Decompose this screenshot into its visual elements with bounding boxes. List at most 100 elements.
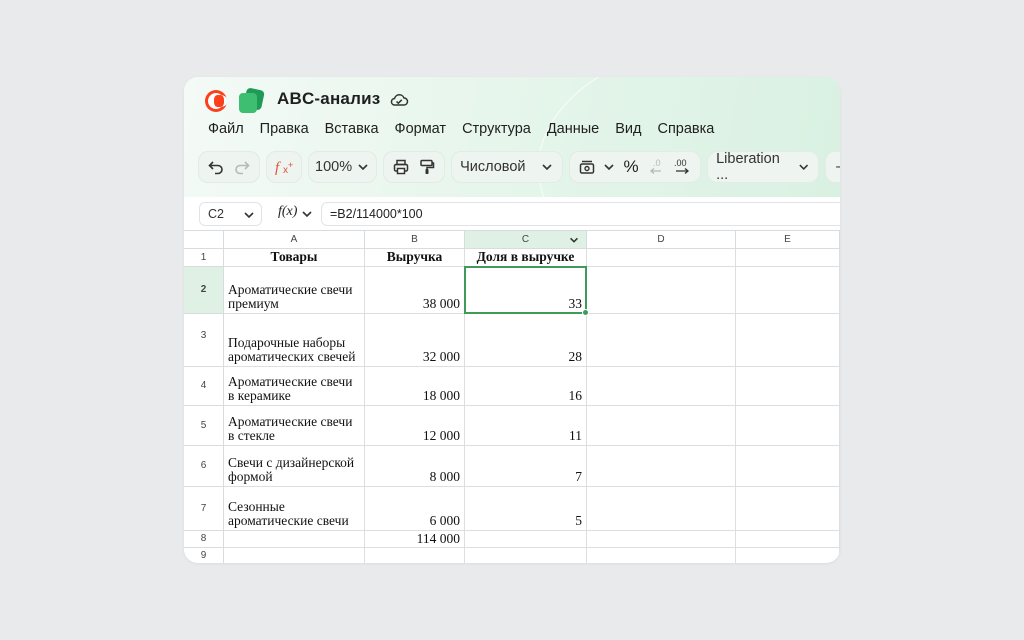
cell-c4[interactable]: 16 — [465, 367, 587, 406]
fx-label[interactable]: f(x) — [278, 204, 297, 220]
cell-b7[interactable]: 6 000 — [365, 487, 465, 531]
row-header-6[interactable]: 6 — [184, 446, 224, 487]
row-header-3[interactable]: 3 — [184, 314, 224, 367]
fill-handle[interactable] — [582, 309, 589, 316]
cell-b2[interactable]: 38 000 — [365, 267, 465, 314]
menu-format[interactable]: Формат — [395, 121, 447, 141]
cell-a7[interactable]: Сезонные ароматические свечи — [224, 487, 365, 531]
revenue-value: 6 000 — [429, 513, 460, 528]
cell-b1[interactable]: Выручка — [365, 249, 465, 267]
column-header-d[interactable]: D — [587, 231, 736, 249]
menu-help[interactable]: Справка — [657, 121, 714, 141]
cell-a1[interactable]: Товары — [224, 249, 365, 267]
cell-e9[interactable] — [736, 548, 840, 563]
cell-e4[interactable] — [736, 367, 840, 406]
cell-reference-box[interactable]: C2 — [199, 202, 262, 226]
cell-a5[interactable]: Ароматические свечи в стекле — [224, 406, 365, 446]
cell-e8[interactable] — [736, 531, 840, 548]
sheet-grid: A B C D E 1 2 3 4 5 6 7 8 9 Товары Выруч… — [184, 230, 840, 563]
cell-b3[interactable]: 32 000 — [365, 314, 465, 367]
undo-icon[interactable] — [205, 156, 227, 178]
cell-e2[interactable] — [736, 267, 840, 314]
menu-data[interactable]: Данные — [547, 121, 599, 141]
formula-input[interactable]: =B2/114000*100 — [321, 202, 840, 226]
row-header-4[interactable]: 4 — [184, 367, 224, 406]
menu-insert[interactable]: Вставка — [325, 121, 379, 141]
app-logo-icon[interactable] — [205, 90, 227, 112]
column-header-c[interactable]: C — [465, 231, 587, 249]
document-title[interactable]: ABC-анализ — [277, 89, 380, 109]
column-header-a[interactable]: A — [224, 231, 365, 249]
column-header-b[interactable]: B — [365, 231, 465, 249]
percent-icon[interactable]: % — [620, 156, 642, 178]
chevron-down-icon[interactable] — [602, 160, 616, 174]
row-header-9[interactable]: 9 — [184, 548, 224, 563]
product-name: Ароматические свечи в керамике — [228, 374, 353, 403]
font-family-select[interactable]: Liberation ... — [707, 151, 820, 183]
cell-c2[interactable]: 33 — [465, 267, 587, 314]
svg-text:.00: .00 — [674, 158, 687, 168]
redo-icon[interactable] — [231, 156, 253, 178]
cell-d3[interactable] — [587, 314, 736, 367]
cell-c7[interactable]: 5 — [465, 487, 587, 531]
select-all-corner[interactable] — [184, 231, 224, 249]
chevron-down-icon[interactable] — [300, 207, 314, 221]
increase-decimal-icon[interactable]: .00 — [672, 156, 694, 178]
cell-c5[interactable]: 11 — [465, 406, 587, 446]
cell-b9[interactable] — [365, 548, 465, 563]
row-header-8[interactable]: 8 — [184, 531, 224, 548]
revenue-value: 18 000 — [422, 388, 460, 403]
cell-d7[interactable] — [587, 487, 736, 531]
cell-e6[interactable] — [736, 446, 840, 487]
menu-file[interactable]: Файл — [208, 121, 244, 141]
cell-d8[interactable] — [587, 531, 736, 548]
function-icon[interactable]: f x + — [273, 156, 295, 178]
cell-e1[interactable] — [736, 249, 840, 267]
cell-c8[interactable] — [465, 531, 587, 548]
cell-d5[interactable] — [587, 406, 736, 446]
cell-d1[interactable] — [587, 249, 736, 267]
row-header-7[interactable]: 7 — [184, 487, 224, 531]
svg-text:+: + — [288, 160, 293, 170]
menu-edit[interactable]: Правка — [260, 121, 309, 141]
cell-b4[interactable]: 18 000 — [365, 367, 465, 406]
column-header-e[interactable]: E — [736, 231, 840, 249]
font-size-decrease-button[interactable]: – — [836, 158, 840, 176]
cell-a8[interactable] — [224, 531, 365, 548]
header-revenue: Выручка — [386, 249, 443, 264]
decrease-decimal-icon[interactable]: .0 — [646, 156, 668, 178]
cell-e3[interactable] — [736, 314, 840, 367]
cell-c6[interactable]: 7 — [465, 446, 587, 487]
cell-a3[interactable]: Подарочные наборы ароматических свечей — [224, 314, 365, 367]
chevron-down-icon — [542, 164, 552, 171]
function-group: f x + — [266, 151, 302, 183]
cell-a6[interactable]: Свечи с дизайнерской формой — [224, 446, 365, 487]
cell-d9[interactable] — [587, 548, 736, 563]
cell-a4[interactable]: Ароматические свечи в керамике — [224, 367, 365, 406]
row-header-1[interactable]: 1 — [184, 249, 224, 267]
row-header-5[interactable]: 5 — [184, 406, 224, 446]
menu-structure[interactable]: Структура — [462, 121, 531, 141]
cell-a2[interactable]: Ароматические свечи премиум — [224, 267, 365, 314]
row-header-2[interactable]: 2 — [184, 267, 224, 314]
cell-d4[interactable] — [587, 367, 736, 406]
cell-d6[interactable] — [587, 446, 736, 487]
cell-b8[interactable]: 114 000 — [365, 531, 465, 548]
cell-c9[interactable] — [465, 548, 587, 563]
paint-format-icon[interactable] — [416, 156, 438, 178]
number-format-select[interactable]: Числовой — [451, 151, 564, 183]
currency-icon[interactable] — [576, 156, 598, 178]
cell-b5[interactable]: 12 000 — [365, 406, 465, 446]
cell-d2[interactable] — [587, 267, 736, 314]
cell-c1[interactable]: Доля в выручке — [465, 249, 587, 267]
chevron-down-icon[interactable] — [568, 234, 580, 246]
cell-e7[interactable] — [736, 487, 840, 531]
cell-a9[interactable] — [224, 548, 365, 563]
zoom-select[interactable]: 100% — [308, 151, 378, 183]
cell-b6[interactable]: 8 000 — [365, 446, 465, 487]
cell-e5[interactable] — [736, 406, 840, 446]
toolbar: f x + 100% Числовой % .0 .00 Liberation … — [198, 151, 840, 185]
menu-view[interactable]: Вид — [615, 121, 641, 141]
print-icon[interactable] — [390, 156, 412, 178]
cell-c3[interactable]: 28 — [465, 314, 587, 367]
